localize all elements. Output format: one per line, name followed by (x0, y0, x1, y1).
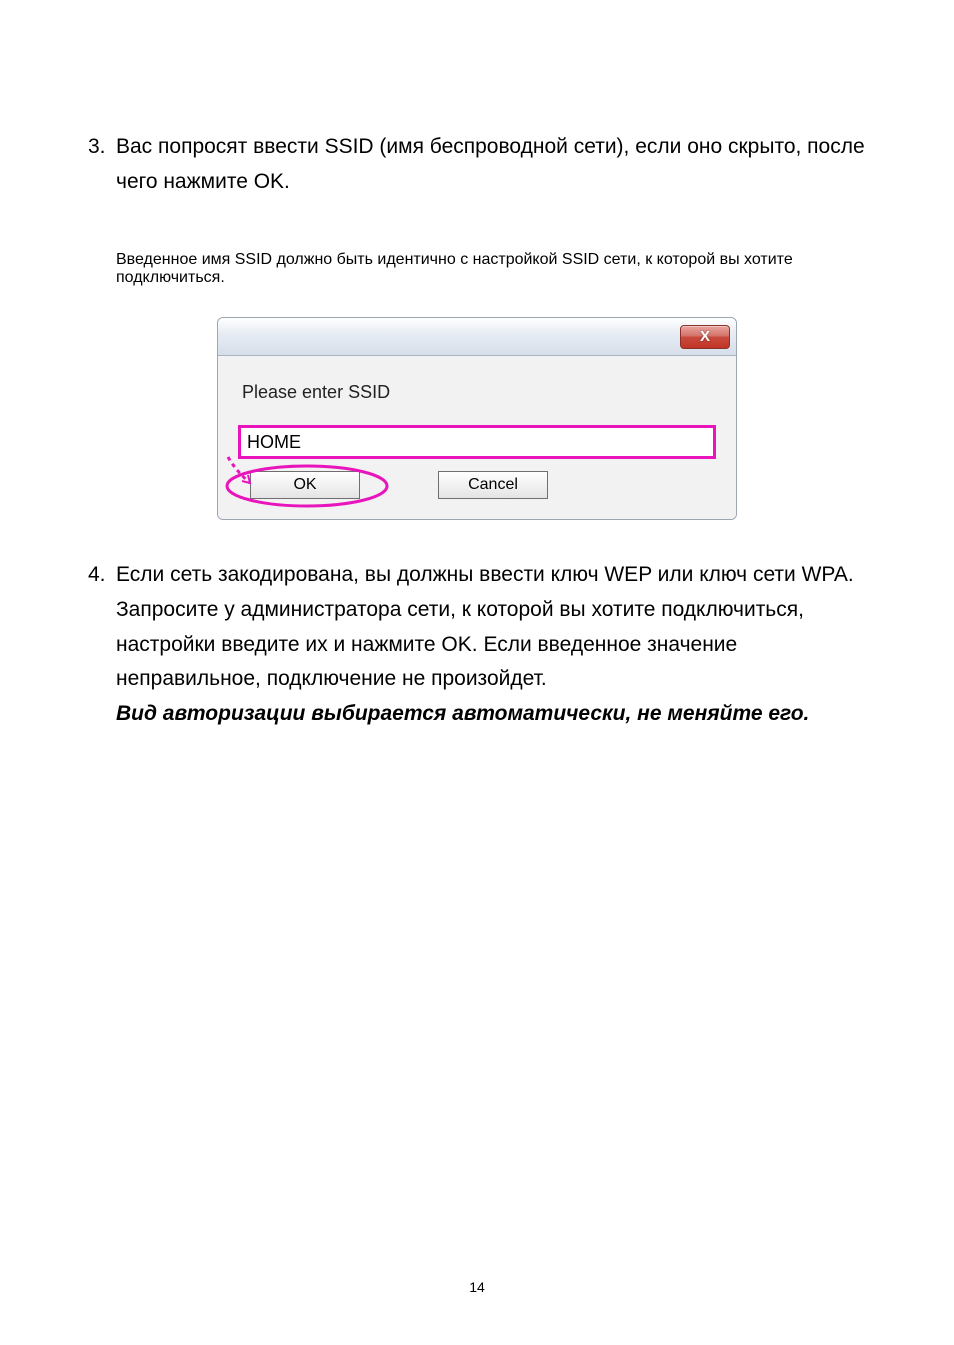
dialog-button-row: OK Cancel (238, 471, 716, 499)
dialog-container: X Please enter SSID OK Cancel (88, 317, 866, 520)
step-4-note: Вид авторизации выбирается автоматически… (116, 702, 809, 725)
cancel-button[interactable]: Cancel (438, 471, 548, 499)
step-4: 4. Если сеть закодирована, вы должны вве… (88, 558, 866, 731)
ssid-prompt-label: Please enter SSID (238, 382, 716, 403)
step-4-number: 4. (88, 558, 116, 731)
page-number: 14 (0, 1279, 954, 1295)
ssid-input[interactable] (238, 425, 716, 459)
close-button[interactable]: X (680, 325, 730, 349)
step-3-text-a: Вас попросят ввести SSID (имя беспроводн… (116, 130, 866, 199)
step-3-content: Вас попросят ввести SSID (имя беспроводн… (116, 130, 866, 225)
arrow-icon (224, 453, 268, 493)
ok-button-wrap: OK (250, 471, 360, 499)
step-3-text-b: Введенное имя SSID должно быть идентично… (88, 251, 866, 287)
close-icon: X (700, 328, 710, 345)
ssid-dialog: X Please enter SSID OK Cancel (217, 317, 737, 520)
dialog-body: Please enter SSID OK Cancel (218, 356, 736, 519)
step-4-text: Если сеть закодирована, вы должны ввести… (116, 563, 854, 690)
step-3-number: 3. (88, 130, 116, 225)
step-3: 3. Вас попросят ввести SSID (имя беспров… (88, 130, 866, 225)
step-4-content: Если сеть закодирована, вы должны ввести… (116, 558, 866, 731)
dialog-titlebar: X (218, 318, 736, 356)
